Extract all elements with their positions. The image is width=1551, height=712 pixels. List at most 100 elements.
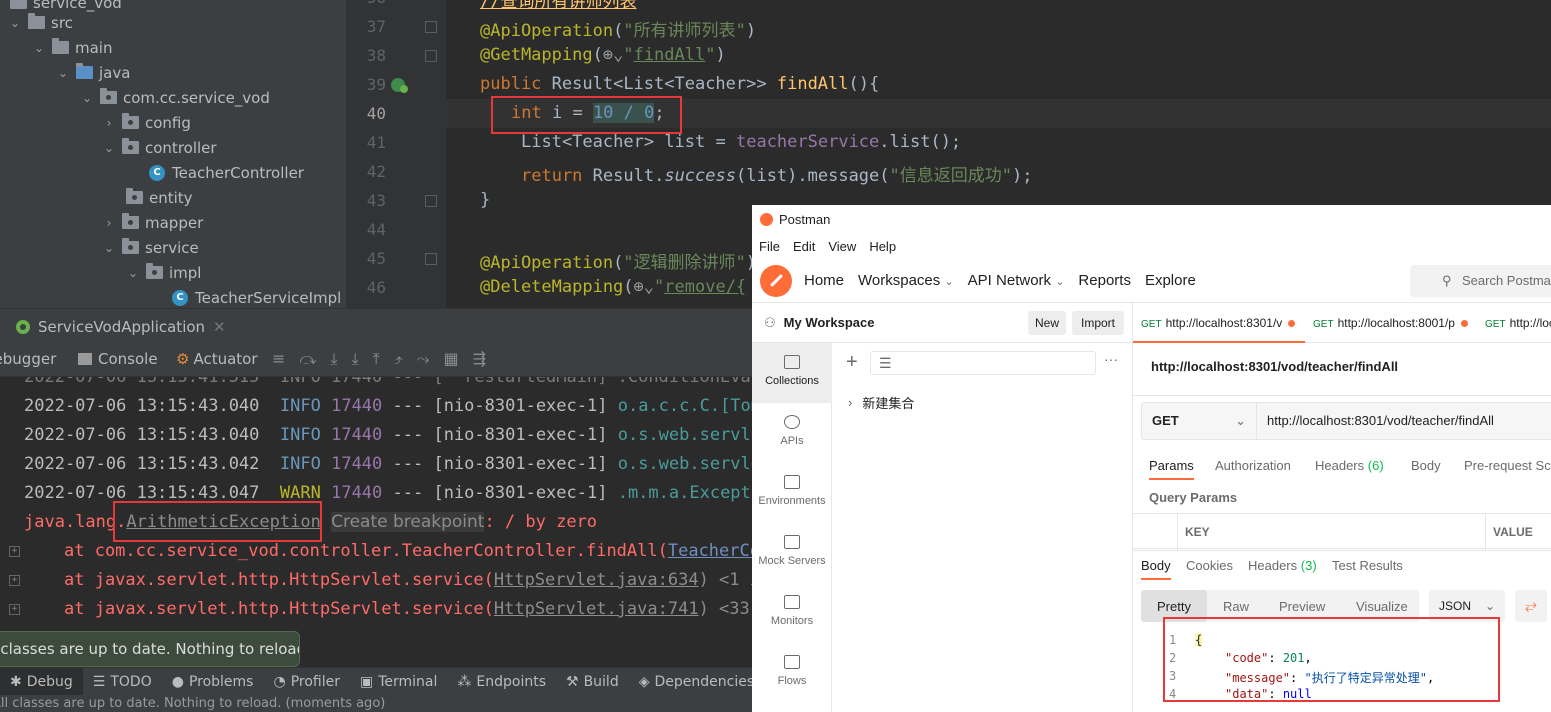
fold-icon[interactable]	[425, 50, 437, 62]
tab-debug[interactable]: ✱ Debug	[0, 667, 83, 696]
tab-debugger[interactable]: Debugger	[0, 350, 56, 368]
menu-edit[interactable]: Edit	[793, 239, 815, 254]
tree-item-src[interactable]: ⌄ src	[8, 10, 73, 35]
expand-icon[interactable]: +	[9, 575, 20, 586]
tab-console[interactable]: Console	[78, 350, 158, 368]
sidebar-collections[interactable]: Collections	[752, 343, 832, 403]
request-tab[interactable]: GET http://localhost:8301/v	[1133, 303, 1305, 343]
tree-item-package[interactable]: ⌄ com.cc.service_vod	[80, 85, 270, 110]
mapping-link[interactable]: remove/{	[664, 277, 746, 297]
tab-test-results[interactable]: Test Results	[1332, 558, 1403, 573]
tab-headers[interactable]: Headers (6)	[1315, 458, 1384, 473]
create-breakpoint-hint[interactable]: Create breakpoint	[331, 512, 485, 532]
search-input[interactable]: ⚲ Search Postman	[1410, 265, 1551, 297]
url-input[interactable]: http://localhost:8301/vod/teacher/findAl…	[1257, 402, 1551, 440]
postman-logo-icon[interactable]	[760, 264, 792, 297]
request-tab[interactable]: GET http://loc	[1477, 303, 1551, 343]
tab-prerequest[interactable]: Pre-request Scr	[1464, 458, 1551, 473]
tab-profiler[interactable]: ◔ Profiler	[263, 668, 350, 696]
wrap-lines-icon[interactable]: ⥂	[1515, 590, 1547, 622]
request-name[interactable]: http://localhost:8301/vod/teacher/findAl…	[1151, 359, 1398, 374]
col-key: KEY	[1185, 525, 1210, 539]
view-preview[interactable]: Preview	[1279, 599, 1325, 614]
line-number: 44	[366, 220, 386, 239]
nav-api-network[interactable]: API Network ⌄	[968, 272, 1065, 289]
spring-run-gutter-icon[interactable]	[390, 75, 410, 95]
globe-icon[interactable]: ⊕⌄	[634, 277, 654, 297]
reload-notification[interactable]: All classes are up to date. Nothing to r…	[0, 631, 300, 667]
chevron-down-icon[interactable]: ⌄	[102, 141, 116, 155]
chevron-down-icon[interactable]: ⌄	[8, 16, 22, 30]
tree-item-teachercontroller[interactable]: C TeacherController	[149, 160, 304, 185]
sidebar-monitors[interactable]: Monitors	[752, 583, 832, 643]
sidebar-environments[interactable]: Environments	[752, 463, 832, 523]
nav-explore[interactable]: Explore	[1145, 272, 1196, 289]
tab-response-body[interactable]: Body	[1141, 558, 1171, 580]
chevron-right-icon[interactable]: ›	[102, 116, 116, 130]
chevron-down-icon[interactable]: ⌄	[32, 41, 46, 55]
tab-params[interactable]: Params	[1149, 458, 1194, 480]
postman-window: Postman File Edit View Help Home Workspa…	[752, 205, 1551, 712]
tree-item-main[interactable]: ⌄ main	[32, 35, 112, 60]
nav-reports[interactable]: Reports	[1078, 272, 1131, 289]
tree-item-teacherserviceimpl[interactable]: C TeacherServiceImpl	[172, 285, 341, 308]
view-visualize[interactable]: Visualize	[1356, 599, 1408, 614]
globe-icon[interactable]: ⊕⌄	[603, 45, 623, 65]
menu-file[interactable]: File	[759, 239, 780, 254]
tree-item-config[interactable]: › config	[102, 110, 191, 135]
chevron-right-icon[interactable]: ›	[102, 216, 116, 230]
tree-item-controller[interactable]: ⌄ controller	[102, 135, 217, 160]
window-title: Postman	[779, 211, 831, 227]
stack-link[interactable]: HttpServlet.java:741	[494, 599, 699, 619]
fold-icon[interactable]	[425, 21, 437, 33]
chevron-down-icon[interactable]: ⌄	[80, 91, 94, 105]
tab-body[interactable]: Body	[1411, 458, 1441, 473]
tab-actuator[interactable]: ⚙ Actuator	[176, 350, 258, 368]
sidebar-apis[interactable]: APIs	[752, 403, 832, 463]
more-icon[interactable]: ···	[1104, 351, 1118, 367]
tab-build[interactable]: ⚒ Build	[556, 668, 629, 696]
chevron-down-icon[interactable]: ⌄	[126, 266, 140, 280]
tab-cookies[interactable]: Cookies	[1186, 558, 1233, 573]
debug-step-icons[interactable]: ≡⤼⤓⤓⤒⤴⤳▦⇶	[272, 349, 500, 369]
menu-view[interactable]: View	[828, 239, 856, 254]
fold-icon[interactable]	[425, 195, 437, 207]
tab-todo[interactable]: ☰ TODO	[83, 668, 162, 696]
expand-icon[interactable]: +	[9, 604, 20, 615]
view-pretty[interactable]: Pretty	[1157, 599, 1191, 614]
collection-item[interactable]: › 新建集合	[848, 393, 914, 412]
tree-item-mapper[interactable]: › mapper	[102, 210, 203, 235]
mapping-link[interactable]: findAll	[634, 45, 706, 65]
tree-item-java[interactable]: ⌄ java	[56, 60, 130, 85]
tab-response-headers[interactable]: Headers (3)	[1248, 558, 1317, 573]
workspace-name[interactable]: My Workspace	[784, 315, 875, 330]
tree-item-service[interactable]: ⌄ service	[102, 235, 199, 260]
chevron-down-icon[interactable]: ⌄	[102, 241, 116, 255]
tab-dependencies[interactable]: ◈ Dependencies	[629, 668, 764, 696]
tree-item-impl[interactable]: ⌄ impl	[126, 260, 201, 285]
close-icon[interactable]: ✕	[213, 318, 226, 336]
import-button[interactable]: Import	[1072, 311, 1124, 335]
chevron-down-icon[interactable]: ⌄	[56, 66, 70, 80]
stack-link[interactable]: TeacherCon	[668, 541, 752, 561]
fold-icon[interactable]	[425, 253, 437, 265]
tab-terminal[interactable]: ▣ Terminal	[350, 668, 447, 696]
method-select[interactable]: GET ⌄	[1141, 402, 1257, 440]
stack-link[interactable]: HttpServlet.java:634	[494, 570, 699, 590]
tree-item-entity[interactable]: entity	[126, 185, 193, 210]
nav-workspaces[interactable]: Workspaces ⌄	[858, 272, 954, 289]
nav-home[interactable]: Home	[804, 272, 844, 289]
view-raw[interactable]: Raw	[1223, 599, 1249, 614]
sidebar-flows[interactable]: Flows	[752, 643, 832, 703]
tab-problems[interactable]: ● Problems	[162, 668, 264, 696]
filter-input[interactable]: ☰	[870, 351, 1096, 375]
sidebar-mock-servers[interactable]: Mock Servers	[752, 523, 832, 583]
new-button[interactable]: New	[1028, 311, 1066, 335]
menu-help[interactable]: Help	[869, 239, 896, 254]
request-tab[interactable]: GET http://localhost:8001/p	[1305, 303, 1477, 343]
tab-authorization[interactable]: Authorization	[1215, 458, 1291, 473]
expand-icon[interactable]: +	[9, 546, 20, 557]
add-icon[interactable]: +	[846, 351, 858, 374]
run-config-tab[interactable]: ServiceVodApplication ✕	[14, 318, 226, 336]
tab-endpoints[interactable]: ⁂ Endpoints	[447, 668, 556, 696]
